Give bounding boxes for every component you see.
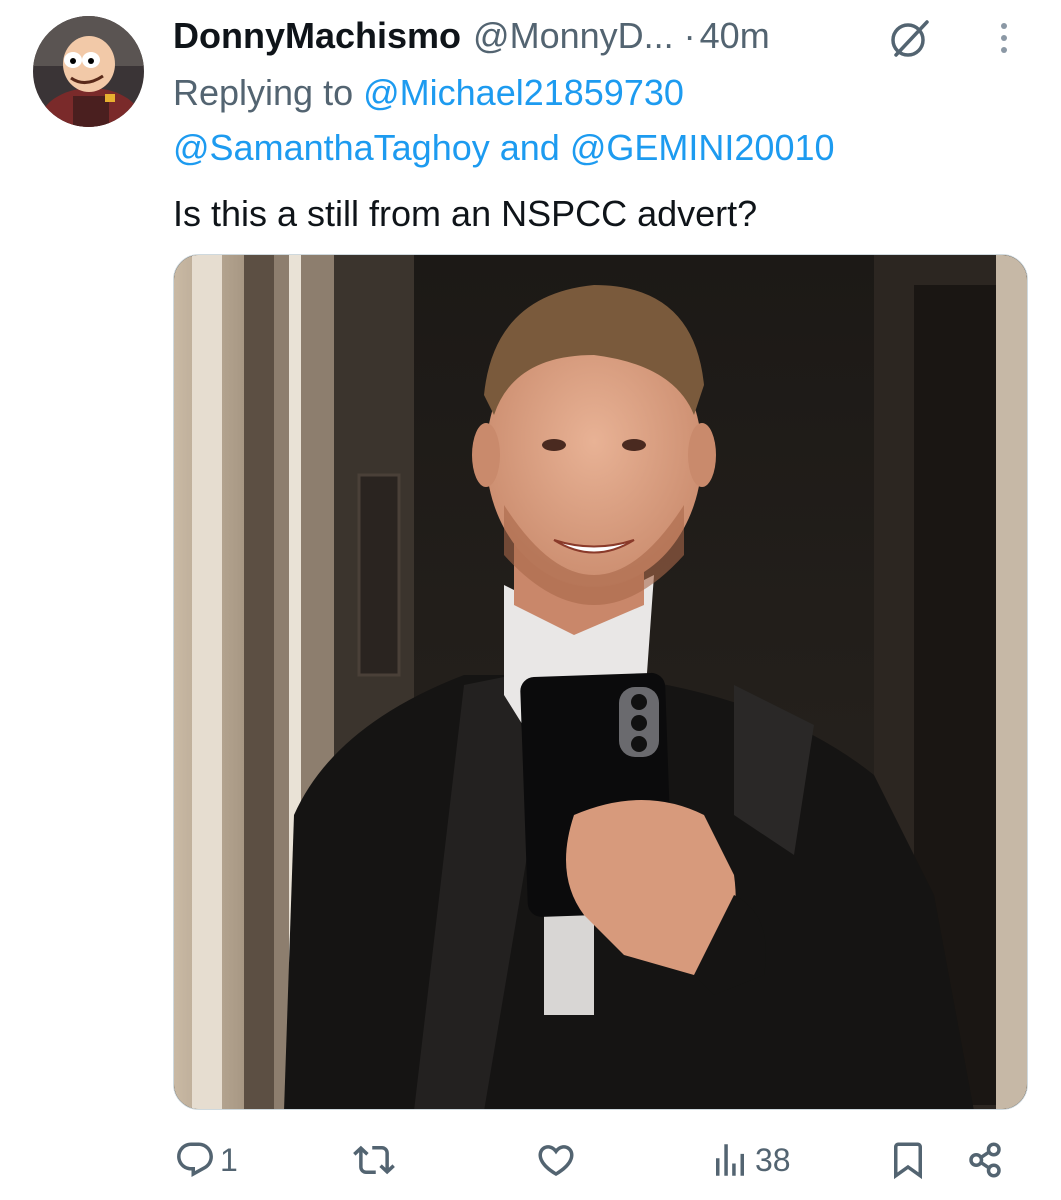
bookmark-icon <box>894 1142 922 1180</box>
tweet-header: DonnyMachismo @MonnyD... · 40m <box>173 12 770 60</box>
tweet-action-bar: 1 38 <box>0 1130 1061 1190</box>
replying-to-continued: @SamanthaTaghoy and @GEMINI20010 <box>173 125 835 171</box>
views-icon <box>716 1144 744 1176</box>
bookmark-button[interactable] <box>887 1138 929 1182</box>
display-name[interactable]: DonnyMachismo <box>173 15 461 57</box>
like-button[interactable] <box>535 1138 581 1182</box>
grok-icon[interactable] <box>887 16 933 60</box>
and-word: and <box>499 127 560 168</box>
tweet-text: Is this a still from an NSPCC advert? <box>173 193 758 234</box>
replying-to: Replying to @Michael21859730 <box>173 70 684 116</box>
mention-link[interactable]: @SamanthaTaghoy <box>173 127 490 168</box>
cartoon-avatar-icon <box>33 16 144 127</box>
more-vertical-icon[interactable] <box>993 18 1015 58</box>
share-icon <box>969 1142 1001 1178</box>
reply-icon <box>177 1142 213 1177</box>
replying-prefix: Replying to <box>173 72 354 113</box>
tweet-media-photo[interactable] <box>173 254 1028 1110</box>
heart-icon <box>538 1145 574 1177</box>
views-button[interactable]: 38 <box>709 1138 791 1182</box>
mention-link[interactable]: @Michael21859730 <box>363 72 684 113</box>
views-count: 38 <box>755 1141 791 1178</box>
retweet-button[interactable] <box>352 1138 400 1182</box>
avatar[interactable] <box>33 16 144 127</box>
reply-count: 1 <box>220 1141 238 1178</box>
user-handle[interactable]: @MonnyD... <box>473 15 674 57</box>
share-button[interactable] <box>964 1138 1006 1182</box>
timestamp[interactable]: 40m <box>700 15 770 57</box>
retweet-icon <box>353 1145 395 1175</box>
mention-link[interactable]: @GEMINI20010 <box>570 127 835 168</box>
separator-dot: · <box>683 15 696 56</box>
reply-button[interactable]: 1 <box>174 1138 238 1182</box>
photo-image <box>174 255 1027 1109</box>
